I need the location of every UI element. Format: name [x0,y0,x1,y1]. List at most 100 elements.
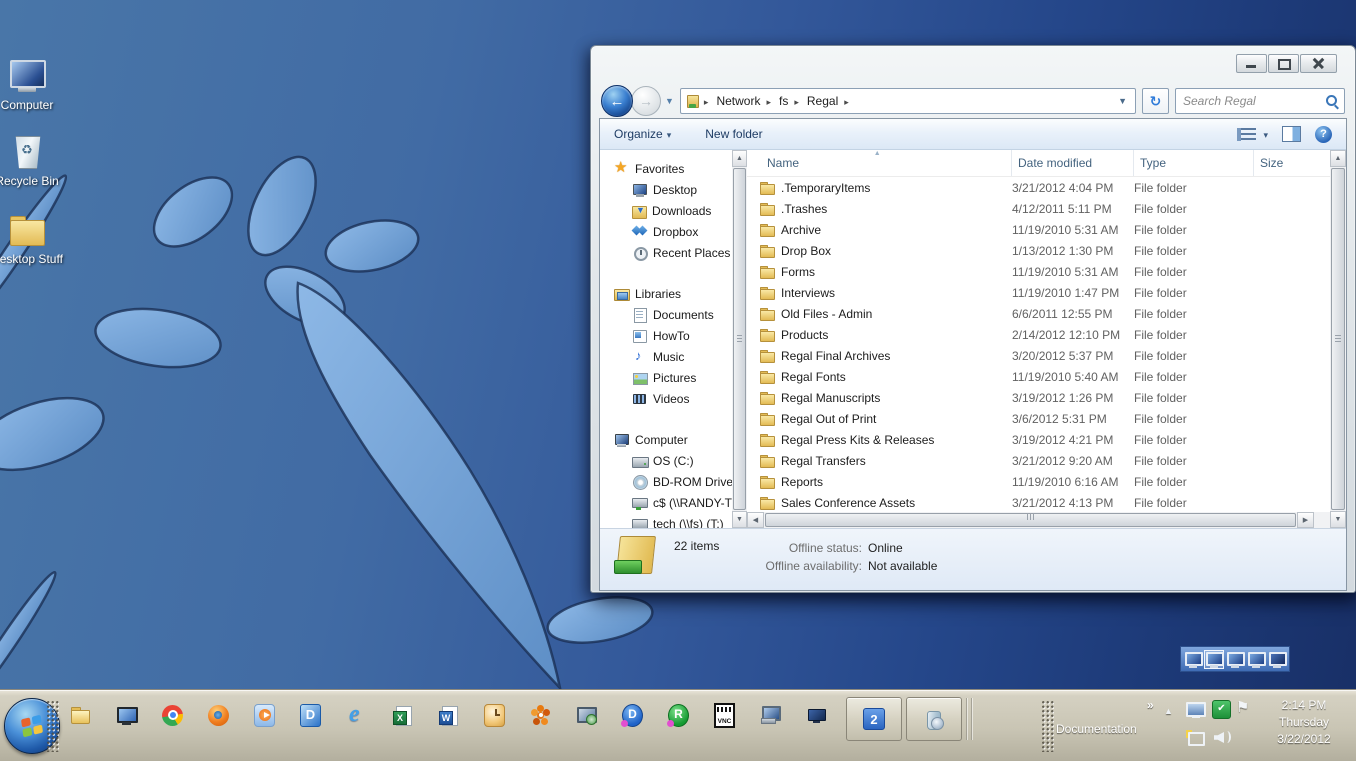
column-header-name[interactable]: ▲ Name [747,150,1012,176]
outlook-icon[interactable] [484,702,505,728]
column-header-date-modified[interactable]: Date modified [1012,150,1134,176]
address-dropdown-icon[interactable]: ▼ [1114,96,1131,106]
sidebar-item-documents[interactable]: Documents [600,304,732,325]
monitor-2-button-selected[interactable] [1205,651,1223,668]
sidebar-group-libraries[interactable]: Libraries [600,283,732,304]
vnc-icon[interactable] [714,702,735,728]
sidebar-item-os-c[interactable]: OS (C:) [600,450,732,471]
desktop-icon-computer[interactable]: Computer [0,60,69,112]
search-box[interactable] [1175,88,1345,114]
sidebar-item-bd-rom[interactable]: BD-ROM Drive ( [600,471,732,492]
scrollbar-thumb[interactable] [733,168,746,510]
address-bar[interactable]: Network fs Regal ▼ [680,88,1136,114]
taskbar-grip[interactable] [46,700,59,752]
chrome-icon[interactable] [162,702,183,728]
monitor-3-button[interactable] [1226,651,1244,668]
taskbar-clock[interactable]: 2:14 PM Thursday 3/22/2012 [1258,697,1350,748]
windows-explorer-icon[interactable] [70,702,91,728]
scrollbar-thumb[interactable] [765,513,1296,527]
column-header-size[interactable]: Size [1254,150,1330,176]
sidebar-gap[interactable] [600,409,732,429]
action-center-flag-icon[interactable]: ⚑ [1236,698,1249,716]
scroll-up-button[interactable] [1330,150,1346,167]
file-row[interactable]: Drop Box 1/13/2012 1:30 PM File folder [747,240,1330,261]
excel-icon[interactable] [392,702,413,728]
sidebar-item-tech-t[interactable]: tech (\\fs) (T:) [600,513,732,528]
file-row[interactable]: Sales Conference Assets 3/21/2012 4:13 P… [747,492,1330,512]
file-row[interactable]: Regal Out of Print 3/6/2012 5:31 PM File… [747,408,1330,429]
column-header-type[interactable]: Type [1134,150,1254,176]
sidebar-item-music[interactable]: Music [600,346,732,367]
sync-tray-icon[interactable]: ✔ [1212,700,1231,719]
display-tray-icon[interactable] [1186,702,1206,718]
breadcrumb-segment[interactable]: fs [775,92,792,110]
breadcrumb-arrow-icon[interactable] [764,94,773,108]
breadcrumb-arrow-icon[interactable] [842,94,851,108]
sidebar-item-howto[interactable]: HowTo [600,325,732,346]
file-row[interactable]: Archive 11/19/2010 5:31 AM File folder [747,219,1330,240]
scrollbar-thumb[interactable] [1331,168,1345,510]
monitor-4-button[interactable] [1247,651,1265,668]
network-computer-icon[interactable] [760,702,781,728]
help-button[interactable]: ? [1315,126,1332,143]
sidebar-scrollbar[interactable] [732,150,747,528]
display-settings-icon[interactable] [116,702,137,728]
volume-tray-icon[interactable] [1214,730,1232,745]
d-photo-app-icon[interactable] [300,702,321,728]
r-badge-app-icon[interactable] [668,702,689,728]
views-button[interactable] [1237,127,1268,141]
scroll-right-button[interactable] [1297,512,1314,528]
monitor-1-button[interactable] [1184,651,1202,668]
sidebar-item-downloads[interactable]: Downloads [600,200,732,221]
word-icon[interactable] [438,702,459,728]
sidebar-group-favorites[interactable]: Favorites [600,158,732,179]
file-row[interactable]: Regal Fonts 11/19/2010 5:40 AM File fold… [747,366,1330,387]
file-row[interactable]: Regal Press Kits & Releases 3/19/2012 4:… [747,429,1330,450]
file-row[interactable]: Forms 11/19/2010 5:31 AM File folder [747,261,1330,282]
recent-pages-dropdown-icon[interactable]: ▼ [665,96,674,106]
sidebar-item-c-dollar[interactable]: c$ (\\RANDY-TU [600,492,732,513]
maximize-button[interactable] [1268,54,1299,73]
sidebar-item-pictures[interactable]: Pictures [600,367,732,388]
list-scrollbar[interactable] [1330,150,1346,528]
documentation-toolbar[interactable]: Documentation [1056,722,1137,736]
search-input[interactable] [1181,93,1326,109]
file-row[interactable]: Products 2/14/2012 12:10 PM File folder [747,324,1330,345]
scroll-up-button[interactable] [732,150,747,167]
scroll-down-button[interactable] [1330,511,1346,528]
desktop-icon-recycle-bin[interactable]: Recycle Bin [0,134,69,188]
forward-button[interactable]: → [631,86,661,116]
breadcrumb-segment[interactable]: Regal [803,92,842,110]
add-monitor-button[interactable] [1268,651,1286,668]
window-titlebar[interactable] [591,46,1355,84]
taskbar-grip[interactable] [1041,700,1054,752]
breadcrumb-arrow-icon[interactable] [792,94,801,108]
scroll-down-button[interactable] [732,511,747,528]
sidebar-item-recent-places[interactable]: Recent Places [600,242,732,263]
file-row[interactable]: .Trashes 4/12/2011 5:11 PM File folder [747,198,1330,219]
network-tray-icon[interactable] [1186,730,1206,746]
close-button[interactable] [1300,54,1337,73]
file-row[interactable]: .TemporaryItems 3/21/2012 4:04 PM File f… [747,177,1330,198]
sidebar-gap[interactable] [600,263,732,283]
sidebar-item-desktop[interactable]: Desktop [600,179,732,200]
picasa-flower-icon[interactable] [530,702,551,728]
file-row[interactable]: Reports 11/19/2010 6:16 AM File folder [747,471,1330,492]
breadcrumb-segment[interactable]: Network [712,92,764,110]
file-row[interactable]: Regal Final Archives 3/20/2012 5:37 PM F… [747,345,1330,366]
refresh-button[interactable] [1142,88,1169,114]
preview-pane-button[interactable] [1282,126,1301,142]
scroll-left-button[interactable] [747,512,764,528]
back-button[interactable]: ← [601,85,633,117]
running-app-2-button[interactable]: 2 [846,697,902,741]
new-folder-button[interactable]: New folder [705,127,762,141]
minimize-button[interactable] [1236,54,1267,73]
sidebar-group-computer[interactable]: Computer [600,429,732,450]
firefox-icon[interactable] [208,702,229,728]
desktop-icon-desktop-stuff[interactable]: Desktop Stuff [0,216,69,266]
internet-explorer-icon[interactable] [346,702,367,728]
show-hidden-icons-button[interactable]: ▲ [1164,706,1173,716]
sidebar-item-dropbox[interactable]: Dropbox [600,221,732,242]
file-row[interactable]: Old Files - Admin 6/6/2011 12:55 PM File… [747,303,1330,324]
toolbar-overflow-chevron[interactable]: » [1147,698,1154,712]
